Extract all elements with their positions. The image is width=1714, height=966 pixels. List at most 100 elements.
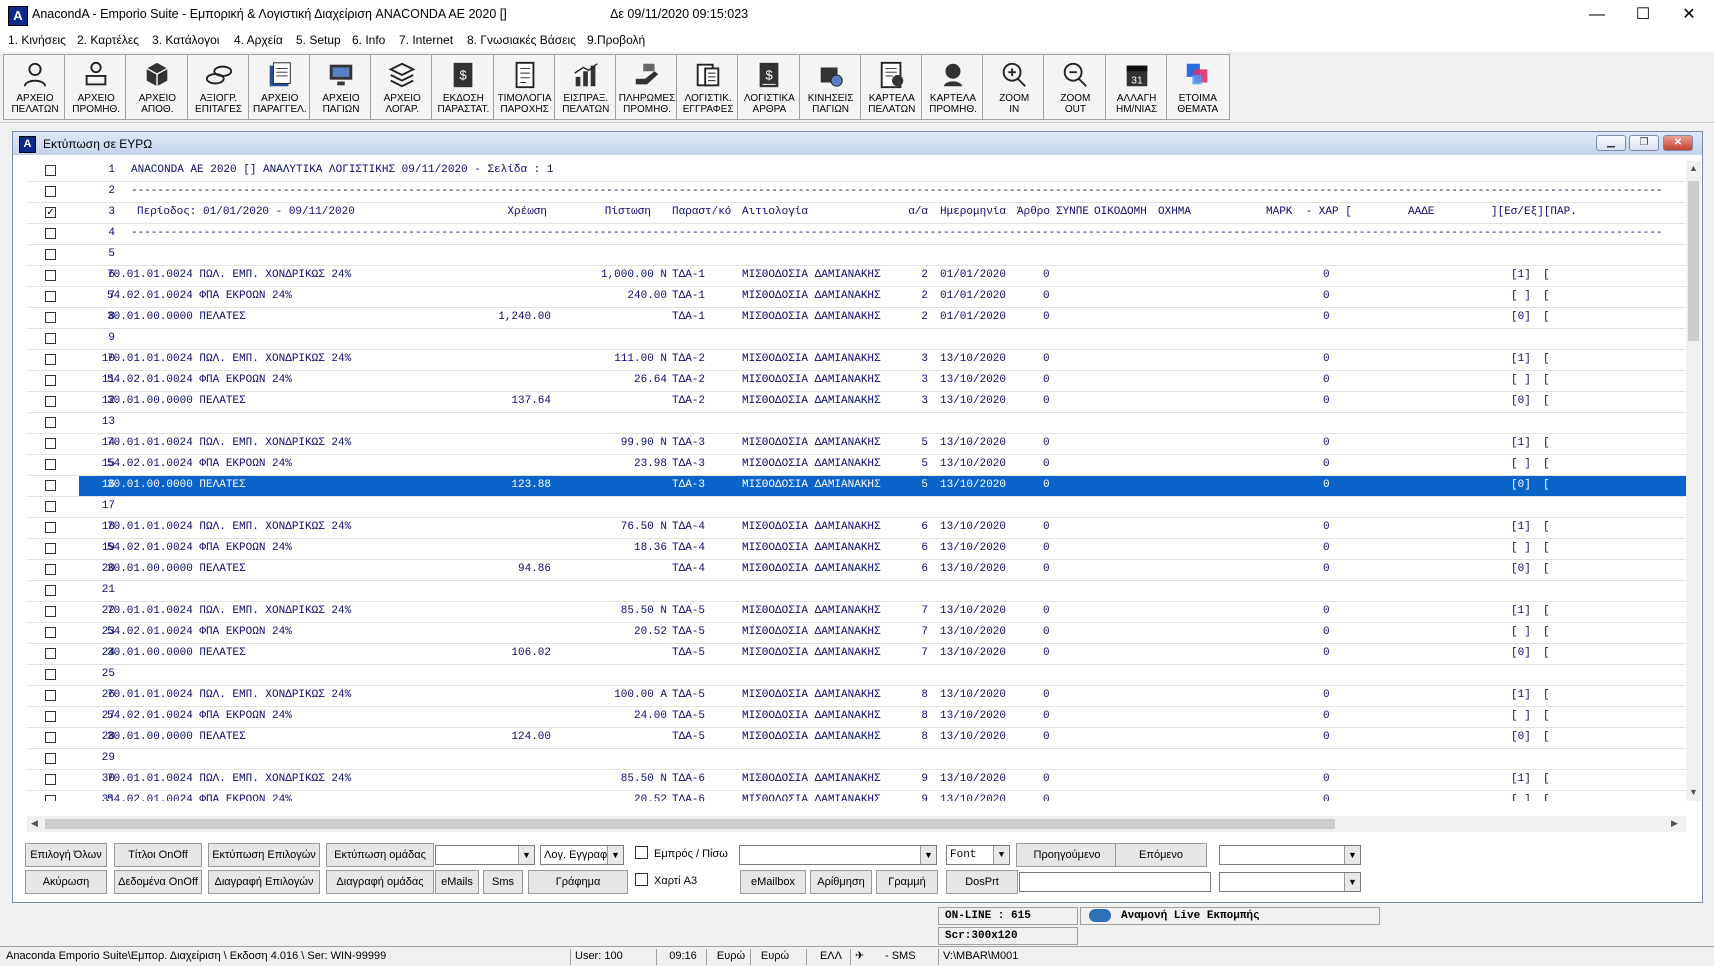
wide-select[interactable]: ▼ (739, 845, 937, 865)
previous-button[interactable]: Προηγούμενο (1016, 843, 1118, 867)
toolbar-button-calendar[interactable]: 31 ΑΛΛΑΓΗ ΗΜ/ΝΙΑΣ (1104, 54, 1169, 120)
scroll-down-arrow-icon[interactable]: ▼ (1689, 787, 1698, 797)
chevron-down-icon[interactable]: ▼ (607, 846, 623, 864)
table-row[interactable]: 1 ANACONDA AE 2020 [] ΑΝΑΛΥΤΙΚΑ ΛΟΓΙΣΤΙΚΗ… (27, 161, 1698, 182)
row-checkbox[interactable] (45, 501, 56, 512)
menu-item-katalogoi[interactable]: 3. Κατάλογοι (152, 33, 219, 47)
toolbar-button-asset-movement[interactable]: ΚΙΝΗΣΕΙΣ ΠΑΓΙΩΝ (798, 54, 863, 120)
right-select-2[interactable]: ▼ (1219, 872, 1361, 892)
row-checkbox[interactable] (45, 732, 56, 743)
table-row[interactable]: 5 (27, 245, 1698, 266)
table-row[interactable]: 17 (27, 497, 1698, 518)
row-checkbox[interactable] (45, 354, 56, 365)
vertical-scrollbar[interactable]: ▲ ▼ (1686, 161, 1701, 801)
menu-item-setup[interactable]: 5. Setup (296, 33, 341, 47)
table-row[interactable]: 30 70.01.01.0024 ΠΩΛ. ΕΜΠ. ΧΟΝΔΡΙΚΩΣ 24% 8… (27, 770, 1698, 791)
toolbar-button-coins[interactable]: ΑΞΙΟΓΡ. ΕΠΙΤΑΓΕΣ (186, 54, 251, 120)
menu-item-internet[interactable]: 7. Internet (399, 33, 453, 47)
table-row[interactable]: 15 54.02.01.0024 ΦΠΑ ΕΚΡΟΩΝ 24% 23.98 ΤΔΑ-3… (27, 455, 1698, 476)
toolbar-button-customer[interactable]: ΑΡΧΕΙΟ ΠΕΛΑΤΩΝ (3, 54, 67, 120)
scroll-left-arrow-icon[interactable]: ◀ (31, 818, 38, 829)
table-row[interactable]: 13 (27, 413, 1698, 434)
menu-item-info[interactable]: 6. Info (352, 33, 385, 47)
toolbar-button-zoom-in[interactable]: ZOOM IN (982, 54, 1047, 120)
table-row[interactable]: 28 30.01.00.0000 ΠΕΛΑΤΕΣ 124.00 ΤΔΑ-5 ΜΙΣΘΟΔ… (27, 728, 1698, 749)
toolbar-button-supplier[interactable]: ΑΡΧΕΙΟ ΠΡΟΜΗΘ. (64, 54, 129, 120)
emailbox-button[interactable]: eMailbox (740, 870, 806, 894)
row-checkbox[interactable] (45, 249, 56, 260)
table-row[interactable]: 21 (27, 581, 1698, 602)
row-checkbox[interactable] (45, 669, 56, 680)
row-checkbox[interactable] (45, 228, 56, 239)
table-row[interactable]: 4 ---------------------------------------… (27, 224, 1698, 245)
table-row[interactable]: 2 ---------------------------------------… (27, 182, 1698, 203)
row-checkbox[interactable] (45, 753, 56, 764)
table-row[interactable]: 29 (27, 749, 1698, 770)
horizontal-scrollbar[interactable]: ◀ ▶ (27, 816, 1686, 832)
print-selections-button[interactable]: Εκτύπωση Επιλογών (208, 843, 320, 867)
table-row[interactable]: 18 70.01.01.0024 ΠΩΛ. ΕΜΠ. ΧΟΝΔΡΙΚΩΣ 24% 7… (27, 518, 1698, 539)
menu-item-provoli[interactable]: 9.Προβολή (587, 33, 645, 47)
font-select[interactable]: Font ▼ (946, 845, 1010, 865)
vertical-scroll-thumb[interactable] (1688, 181, 1699, 341)
table-row-selected[interactable]: 16 30.01.00.0000 ΠΕΛΑΤΕΣ 123.88 ΤΔΑ-3 ΜΙΣΘΟΔ… (27, 476, 1698, 497)
row-checkbox[interactable] (45, 711, 56, 722)
toolbar-button-payment-hand[interactable]: ΠΛΗΡΩΜΕΣ ΠΡΟΜΗΘ. (615, 54, 679, 120)
row-checkbox[interactable] (45, 375, 56, 386)
row-checkbox[interactable] (45, 564, 56, 575)
row-checkbox[interactable] (45, 333, 56, 344)
titles-onoff-button[interactable]: Τίτλοι OnOff (114, 843, 202, 867)
toolbar-button-bar-chart[interactable]: ΕΙΣΠΡΑΞ. ΠΕΛΑΤΩΝ (553, 54, 618, 120)
toolbar-button-zoom-out[interactable]: ZOOM OUT (1043, 54, 1108, 120)
maximize-button[interactable]: ☐ (1620, 0, 1666, 30)
toolbar-button-layers[interactable]: ΑΡΧΕΙΟ ΛΟΓΑΡ. (370, 54, 435, 120)
chevron-down-icon[interactable]: ▼ (920, 846, 936, 864)
toolbar-button-supplier-card[interactable]: ΚΑΡΤΕΛΑ ΠΡΟΜΗΘ. (921, 54, 985, 120)
row-checkbox[interactable] (45, 648, 56, 659)
group-select[interactable]: ▼ (435, 845, 535, 865)
line-button[interactable]: Γραμμή (876, 870, 938, 894)
toolbar-button-orders[interactable]: ΑΡΧΕΙΟ ΠΑΡΑΓΓΕΛ. (247, 54, 312, 120)
toolbar-button-themes[interactable]: ΕΤΟΙΜΑ ΘΕΜΑΤΑ (1165, 54, 1230, 120)
dosprt-button[interactable]: DosPrt (946, 870, 1018, 894)
table-row[interactable]: 31 54.02.01.0024 ΦΠΑ ΕΚΡΟΩΝ 24% 20.52 ΤΔΑ-6… (27, 791, 1698, 801)
table-row[interactable]: ✓ 3 Περίοδος: 01/01/2020 - 09/11/2020 Χρέωσ… (27, 203, 1698, 224)
delete-group-button[interactable]: Διαγραφή ομάδας (326, 870, 434, 894)
table-row[interactable]: 9 (27, 329, 1698, 350)
row-checkbox[interactable] (45, 627, 56, 638)
front-back-checkbox[interactable]: Εμπρός / Πίσω (635, 846, 728, 860)
cancel-button[interactable]: Ακύρωση (25, 870, 107, 894)
child-minimize-button[interactable]: ▁ (1596, 135, 1626, 151)
horizontal-scroll-thumb[interactable] (45, 819, 1335, 829)
table-row[interactable]: 19 54.02.01.0024 ΦΠΑ ΕΚΡΟΩΝ 24% 18.36 ΤΔΑ-4… (27, 539, 1698, 560)
table-row[interactable]: 6 70.01.01.0024 ΠΩΛ. ΕΜΠ. ΧΟΝΔΡΙΚΩΣ 24% 1,… (27, 266, 1698, 287)
menu-item-knowledge-bases[interactable]: 8. Γνωσιακές Βάσεις (467, 33, 576, 47)
table-row[interactable]: 27 54.02.01.0024 ΦΠΑ ΕΚΡΟΩΝ 24% 24.00 ΤΔΑ-5… (27, 707, 1698, 728)
row-checkbox[interactable] (45, 438, 56, 449)
menu-item-arxeia[interactable]: 4. Αρχεία (234, 33, 283, 47)
toolbar-button-accounting-book[interactable]: $ ΛΟΓΙΣΤΙΚΑ ΑΡΘΡΑ (737, 54, 802, 120)
row-checkbox[interactable] (45, 606, 56, 617)
row-checkbox[interactable] (45, 459, 56, 470)
menu-item-kartelles[interactable]: 2. Καρτέλες (77, 33, 139, 47)
table-row[interactable]: 25 (27, 665, 1698, 686)
row-checkbox[interactable] (45, 165, 56, 176)
text-field[interactable] (1019, 872, 1211, 892)
next-button[interactable]: Επόμενο (1115, 843, 1207, 867)
table-row[interactable]: 24 30.01.00.0000 ΠΕΛΑΤΕΣ 106.02 ΤΔΑ-5 ΜΙΣΘΟΔ… (27, 644, 1698, 665)
row-checkbox[interactable] (45, 312, 56, 323)
row-checkbox[interactable]: ✓ (45, 207, 56, 218)
select-all-button[interactable]: Επιλογή Όλων (25, 843, 107, 867)
data-onoff-button[interactable]: Δεδομένα OnOff (114, 870, 202, 894)
toolbar-button-computer[interactable]: ΑΡΧΕΙΟ ΠΑΓΙΩΝ (309, 54, 373, 120)
chevron-down-icon[interactable]: ▼ (1344, 873, 1360, 891)
row-checkbox[interactable] (45, 522, 56, 533)
ledger-entries-select[interactable]: Λογ. Εγγραφ ▼ (540, 845, 624, 865)
row-checkbox[interactable] (45, 795, 56, 801)
toolbar-button-ledger-entries[interactable]: ΛΟΓΙΣΤΙΚ. ΕΓΓΡΑΦΕΣ (676, 54, 741, 120)
chevron-down-icon[interactable]: ▼ (1344, 846, 1360, 864)
row-checkbox[interactable] (45, 690, 56, 701)
toolbar-button-customer-card[interactable]: ΚΑΡΤΕΛΑ ΠΕΛΑΤΩΝ (859, 54, 924, 120)
toolbar-button-warehouse-box[interactable]: ΑΡΧΕΙΟ ΑΠΟΘ. (125, 54, 190, 120)
row-checkbox[interactable] (45, 186, 56, 197)
